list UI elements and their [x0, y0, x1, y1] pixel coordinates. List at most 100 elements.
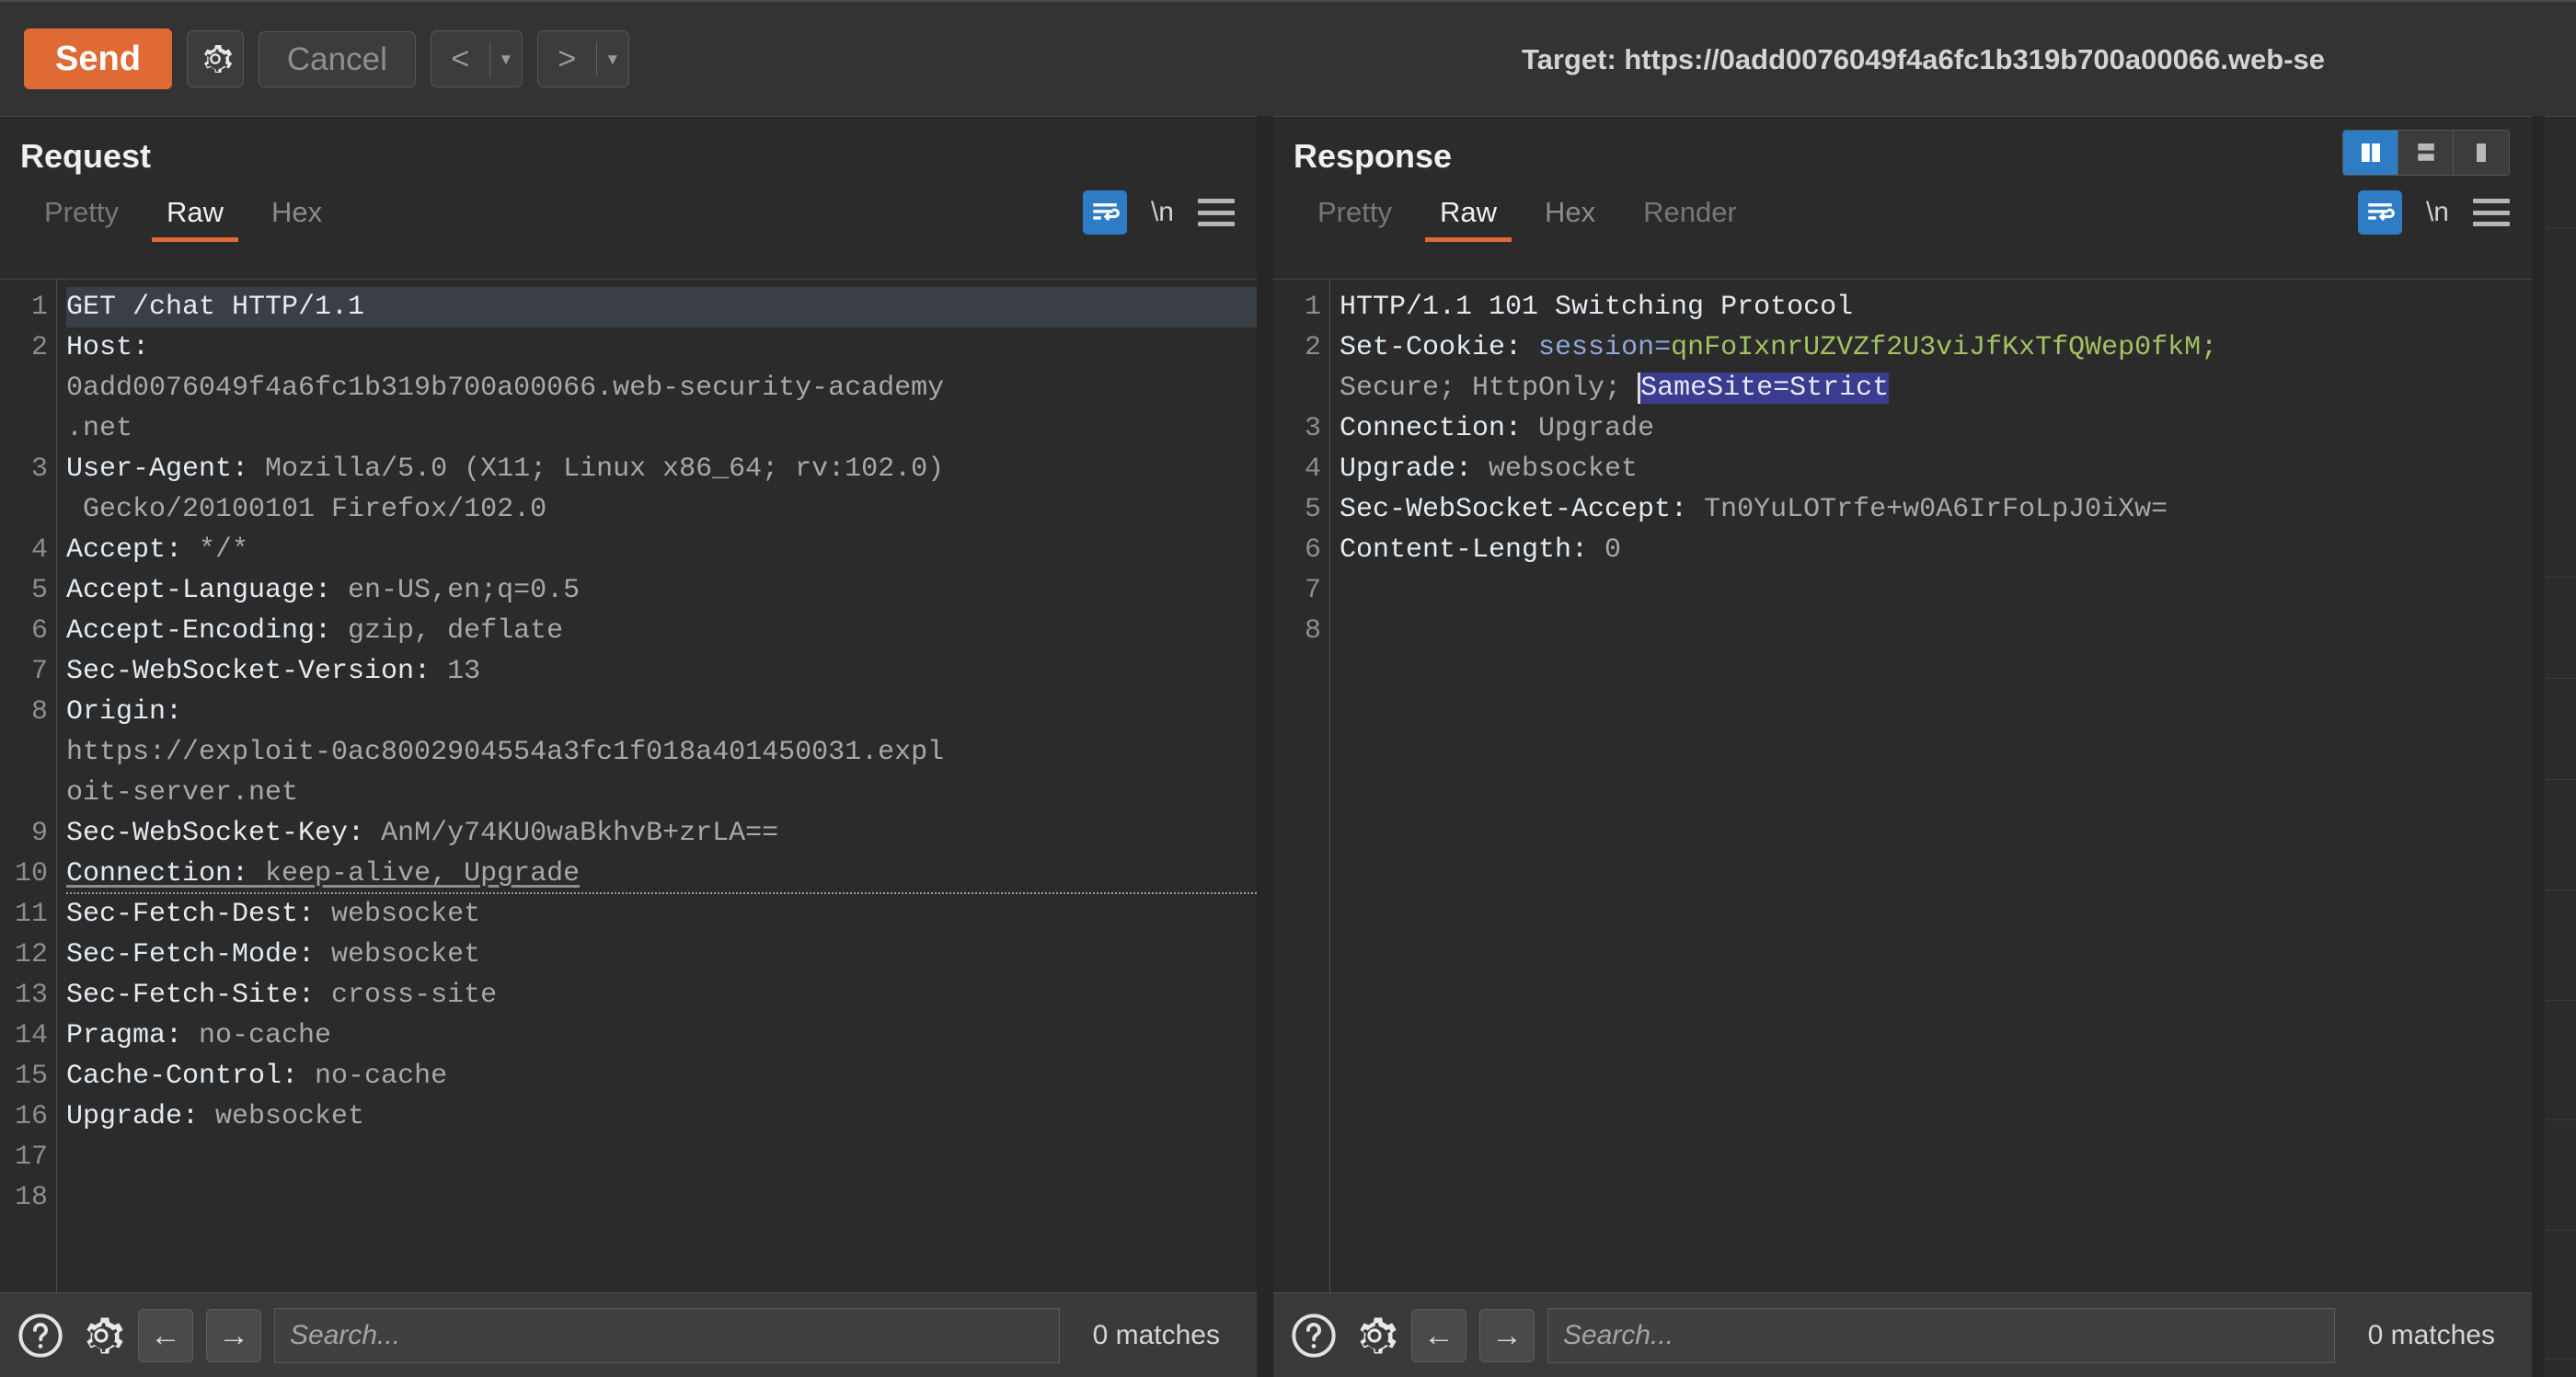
request-editor[interactable]: 1 2 3 4 5 6 7 8 9 10 11 12 13 14 15 16 17 18 GET /chat HT…	[0, 279, 1257, 1292]
request-search-input[interactable]	[274, 1307, 1060, 1363]
layout-single-button[interactable]	[2454, 131, 2509, 175]
previous-request-button[interactable]: < ▼	[430, 30, 523, 87]
request-settings-button[interactable]	[186, 30, 244, 87]
cancel-button[interactable]: Cancel	[258, 30, 416, 87]
code-line[interactable]: Sec-Fetch-Site: cross-site	[66, 975, 1257, 1016]
code-line[interactable]: Sec-Fetch-Dest: websocket	[66, 894, 1257, 935]
code-line[interactable]: Origin:	[66, 692, 1257, 732]
request-panel: Request Pretty Raw Hex \n 1 2 3 4 5 6 7 …	[0, 116, 1257, 1377]
code-line[interactable]: Pragma: no-cache	[66, 1016, 1257, 1056]
code-line[interactable]: User-Agent: Mozilla/5.0 (X11; Linux x86_…	[66, 449, 1257, 489]
search-previous-button[interactable]: ←	[1411, 1308, 1466, 1362]
search-next-button[interactable]: →	[1479, 1308, 1535, 1362]
send-button[interactable]: Send	[24, 29, 172, 89]
tab-response-pretty[interactable]: Pretty	[1294, 196, 1416, 242]
caret-down-icon[interactable]: ▼	[597, 52, 628, 67]
code-line[interactable]: Sec-WebSocket-Accept: Tn0YuLOTrfe+w0A6Ir…	[1340, 489, 2532, 530]
code-line[interactable]	[66, 1137, 1257, 1177]
search-next-button[interactable]: →	[206, 1308, 261, 1362]
line-number: 3	[30, 453, 48, 485]
word-wrap-icon[interactable]	[1082, 190, 1127, 235]
adjacent-panel-edge	[2545, 116, 2576, 1377]
tab-response-raw[interactable]: Raw	[1416, 196, 1521, 242]
response-editor[interactable]: 1 2 3 4 5 6 7 8 HTTP/1.1 101 Switching Protocol…	[1273, 279, 2532, 1292]
line-number: 10	[14, 858, 48, 889]
line-number: 16	[14, 1101, 48, 1132]
code-line[interactable]: Cache-Control: no-cache	[66, 1056, 1257, 1096]
response-search-input[interactable]	[1547, 1307, 2335, 1363]
word-wrap-icon[interactable]	[2357, 190, 2402, 235]
code-line[interactable]: .net	[66, 408, 1257, 449]
code-line[interactable]: https://exploit-0ac8002904554a3fc1f018a4…	[66, 732, 1257, 773]
code-line[interactable]: Accept: */*	[66, 530, 1257, 570]
hamburger-menu-icon[interactable]	[1198, 199, 1235, 226]
edge-resize-divider[interactable]	[2532, 116, 2545, 1377]
caret-down-icon[interactable]: ▼	[490, 52, 522, 67]
tab-response-render[interactable]: Render	[1619, 196, 1761, 242]
code-line[interactable]: Sec-WebSocket-Key: AnM/y74KU0waBkhvB+zrL…	[66, 813, 1257, 854]
request-tabs: Pretty Raw Hex \n	[0, 176, 1257, 242]
code-line[interactable]: HTTP/1.1 101 Switching Protocol	[1340, 287, 2532, 327]
code-line[interactable]: 0add0076049f4a6fc1b319b700a00066.web-sec…	[66, 368, 1257, 408]
word-wrap-glyph	[2368, 203, 2395, 222]
code-line[interactable]: Gecko/20100101 Firefox/102.0	[66, 489, 1257, 530]
tab-request-pretty[interactable]: Pretty	[20, 196, 143, 242]
code-line[interactable]: Content-Length: 0	[1340, 530, 2532, 570]
line-number: 4	[1304, 453, 1321, 485]
line-number: 3	[1304, 413, 1321, 444]
code-line[interactable]: Sec-WebSocket-Version: 13	[66, 651, 1257, 692]
arrow-left-icon: ←	[1423, 1317, 1455, 1353]
code-line[interactable]: Upgrade: websocket	[66, 1096, 1257, 1137]
next-request-button[interactable]: > ▼	[536, 30, 629, 87]
tab-response-hex[interactable]: Hex	[1521, 196, 1619, 242]
search-previous-button[interactable]: ←	[138, 1308, 193, 1362]
show-newlines-icon[interactable]: \n	[1151, 197, 1174, 228]
code-line[interactable]: GET /chat HTTP/1.1	[66, 287, 1257, 327]
response-editor-icons: \n	[2357, 190, 2510, 235]
edge-panel-divider	[2545, 1359, 2576, 1360]
line-number: 18	[14, 1182, 48, 1213]
line-number	[1273, 368, 1329, 408]
code-line[interactable]: Connection: keep-alive, Upgrade	[66, 854, 1257, 894]
line-number: 4	[30, 534, 48, 566]
tab-request-raw[interactable]: Raw	[143, 196, 247, 242]
code-line[interactable]: Connection: Upgrade	[1340, 408, 2532, 449]
code-line[interactable]	[1340, 570, 2532, 611]
line-number: 8	[1304, 615, 1321, 647]
code-line[interactable]: Accept-Language: en-US,en;q=0.5	[66, 570, 1257, 611]
gear-icon[interactable]	[77, 1312, 125, 1360]
code-line[interactable]: Secure; HttpOnly; SameSite=Strict	[1340, 368, 2532, 408]
repeater-toolbar: Send Cancel < ▼ > ▼ Target: https://0add…	[0, 0, 2576, 116]
help-circle-icon[interactable]	[1290, 1312, 1338, 1360]
code-line[interactable]: Set-Cookie: session=qnFoIxnrUZVZf2U3viJf…	[1340, 327, 2532, 368]
code-line[interactable]: Sec-Fetch-Mode: websocket	[66, 935, 1257, 975]
arrow-right-icon: →	[218, 1317, 249, 1353]
code-line[interactable]: Accept-Encoding: gzip, deflate	[66, 611, 1257, 651]
edge-panel-divider	[2545, 1000, 2576, 1001]
help-circle-icon[interactable]	[17, 1312, 64, 1360]
line-number: 1	[30, 292, 48, 323]
request-body-text[interactable]: GET /chat HTTP/1.1 Host: 0add0076049f4a6fc…	[57, 280, 1257, 1292]
layout-side-by-side-button[interactable]	[2343, 131, 2398, 175]
chevron-left-icon: <	[451, 41, 470, 76]
rows-icon	[2417, 143, 2434, 161]
layout-stacked-button[interactable]	[2398, 131, 2454, 175]
code-line[interactable]	[66, 1177, 1257, 1218]
gear-icon[interactable]	[1351, 1312, 1398, 1360]
tab-request-hex[interactable]: Hex	[247, 196, 346, 242]
line-number	[0, 489, 56, 530]
show-newlines-icon[interactable]: \n	[2426, 197, 2449, 228]
code-line[interactable]	[1340, 611, 2532, 651]
burp-repeater-window: Send Cancel < ▼ > ▼ Target: https://0add…	[0, 0, 2576, 1377]
edge-panel-divider	[2545, 1230, 2576, 1231]
request-editor-icons: \n	[1082, 190, 1235, 235]
layout-toggle-group	[2342, 130, 2510, 176]
response-body-text[interactable]: HTTP/1.1 101 Switching Protocol Set-Cooki…	[1330, 280, 2532, 1292]
arrow-right-icon: →	[1491, 1317, 1523, 1353]
code-line[interactable]: Upgrade: websocket	[1340, 449, 2532, 489]
line-number: 6	[30, 615, 48, 647]
panel-resize-divider[interactable]	[1257, 116, 1273, 1377]
hamburger-menu-icon[interactable]	[2473, 199, 2510, 226]
code-line[interactable]: Host:	[66, 327, 1257, 368]
code-line[interactable]: oit-server.net	[66, 773, 1257, 813]
